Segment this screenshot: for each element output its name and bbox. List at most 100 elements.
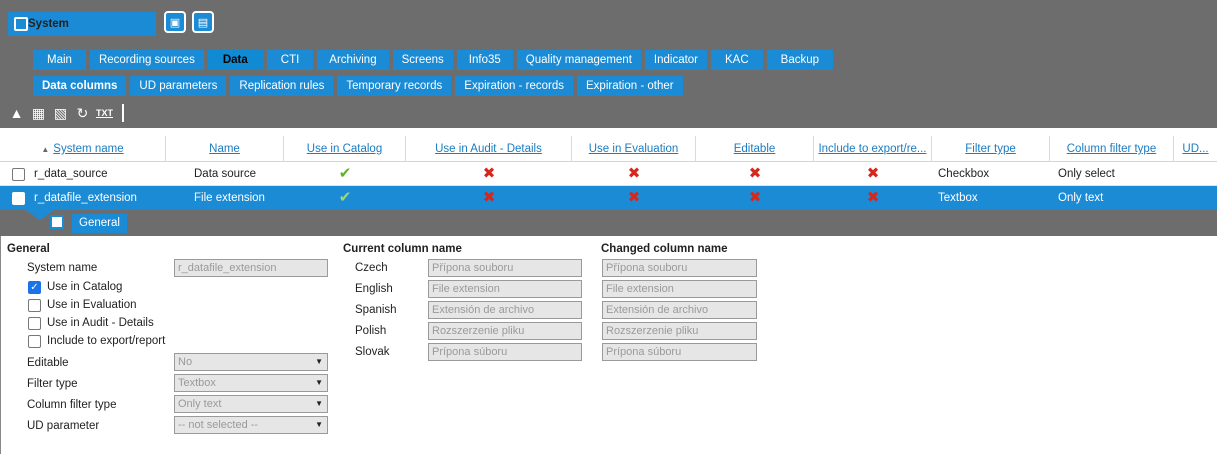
tab-cti[interactable]: CTI — [266, 50, 314, 70]
changed-name-polish[interactable]: Rozszerzenie pliku — [602, 322, 757, 340]
tab-info35[interactable]: Info35 — [456, 50, 513, 70]
table-header: System name Name Use in Catalog Use in A… — [0, 136, 1217, 162]
export-txt-icon[interactable]: TXT — [96, 104, 113, 122]
use-in-evaluation-checkbox[interactable] — [28, 299, 41, 312]
changed-name-spanish[interactable]: Extensión de archivo — [602, 301, 757, 319]
table-row-selected[interactable]: r_datafile_extension File extension ✔ ✖ … — [0, 186, 1217, 210]
tab-indicator[interactable]: Indicator — [644, 50, 708, 70]
tab-general[interactable]: General — [72, 214, 127, 233]
group-remove-icon[interactable]: ▧ — [52, 104, 69, 122]
filter-type-select[interactable]: Textbox — [174, 374, 328, 392]
cross-icon: ✖ — [482, 165, 496, 182]
ud-parameter-label: UD parameter — [27, 420, 100, 432]
lang-label-polish: Polish — [355, 325, 387, 337]
col-use-in-audit[interactable]: Use in Audit - Details — [406, 136, 572, 162]
col-use-in-evaluation[interactable]: Use in Evaluation — [572, 136, 696, 162]
changed-column-name-title: Changed column name — [601, 243, 728, 255]
system-tab-label: System — [28, 18, 69, 30]
changed-name-czech[interactable]: Přípona souboru — [602, 259, 757, 277]
refresh-doc-icon[interactable]: ↻ — [74, 104, 91, 122]
changed-name-english[interactable]: File extension — [602, 280, 757, 298]
toolbar-divider — [122, 104, 124, 122]
use-in-evaluation-label: Use in Evaluation — [47, 299, 137, 311]
cell-name: Data source — [194, 168, 257, 180]
use-in-audit-label: Use in Audit - Details — [47, 317, 154, 329]
tab-kac[interactable]: KAC — [711, 50, 763, 70]
current-name-english[interactable]: File extension — [428, 280, 582, 298]
use-in-audit-checkbox[interactable] — [28, 317, 41, 330]
detail-header: General — [0, 210, 1217, 236]
cell-name: File extension — [194, 192, 265, 204]
tab-recording-sources[interactable]: Recording sources — [89, 50, 204, 70]
lang-label-czech: Czech — [355, 262, 388, 274]
editable-select[interactable]: No — [174, 353, 328, 371]
system-tab[interactable]: System — [8, 12, 156, 36]
tab-temporary-records[interactable]: Temporary records — [337, 76, 452, 96]
cell-filter-type: Textbox — [938, 192, 978, 204]
current-name-slovak[interactable]: Prípona súboru — [428, 343, 582, 361]
tab-ud-parameters[interactable]: UD parameters — [130, 76, 227, 96]
col-use-in-catalog[interactable]: Use in Catalog — [284, 136, 406, 162]
group-add-icon[interactable]: ▦ — [30, 104, 47, 122]
tab-expiration-other[interactable]: Expiration - other — [577, 76, 683, 96]
sub-tabs: Data columns UD parameters Replication r… — [33, 76, 683, 96]
system-icon — [14, 17, 28, 31]
col-include-export[interactable]: Include to export/re... — [814, 136, 932, 162]
cell-filter-type: Checkbox — [938, 168, 990, 180]
include-export-label: Include to export/report — [47, 335, 166, 347]
row-checkbox[interactable] — [12, 192, 25, 205]
tab-screens[interactable]: Screens — [392, 50, 453, 70]
col-editable[interactable]: Editable — [696, 136, 814, 162]
check-icon: ✔ — [338, 165, 352, 182]
col-column-filter-type[interactable]: Column filter type — [1050, 136, 1174, 162]
tab-archiving[interactable]: Archiving — [317, 50, 389, 70]
tab-data-columns[interactable]: Data columns — [33, 76, 127, 96]
column-filter-type-value: Only text — [178, 398, 222, 410]
column-filter-type-select[interactable]: Only text — [174, 395, 328, 413]
general-title: General — [7, 243, 50, 255]
tab-data[interactable]: Data — [207, 50, 263, 70]
editable-value: No — [178, 356, 193, 368]
col-name[interactable]: Name — [166, 136, 284, 162]
table-row[interactable]: r_data_source Data source ✔ ✖ ✖ ✖ ✖ Chec… — [0, 162, 1217, 186]
filter-type-label: Filter type — [27, 378, 78, 390]
current-name-polish[interactable]: Rozszerzenie pliku — [428, 322, 582, 340]
col-filter-type[interactable]: Filter type — [932, 136, 1050, 162]
tab-quality-management[interactable]: Quality management — [516, 50, 641, 70]
tab-expiration-records[interactable]: Expiration - records — [455, 76, 573, 96]
ud-parameter-value: -- not selected -- — [178, 419, 259, 431]
current-name-spanish[interactable]: Extensión de archivo — [428, 301, 582, 319]
detail-body: General System name r_datafile_extension… — [0, 236, 1217, 454]
include-export-checkbox[interactable] — [28, 335, 41, 348]
column-filter-type-label: Column filter type — [27, 399, 117, 411]
col-system-name[interactable]: System name — [0, 136, 166, 162]
tab-main[interactable]: Main — [33, 50, 86, 70]
use-in-catalog-checkbox[interactable]: ✓ — [28, 281, 41, 294]
ud-parameter-select[interactable]: -- not selected -- — [174, 416, 328, 434]
check-icon: ✔ — [338, 189, 352, 206]
changed-name-slovak[interactable]: Prípona súboru — [602, 343, 757, 361]
current-name-czech[interactable]: Přípona souboru — [428, 259, 582, 277]
row-checkbox[interactable] — [12, 168, 25, 181]
cell-system-name: r_datafile_extension — [34, 192, 137, 204]
import-icon[interactable]: ▲ — [8, 104, 25, 122]
col-ud[interactable]: UD... — [1174, 136, 1217, 162]
tab-backup[interactable]: Backup — [766, 50, 834, 70]
cross-icon: ✖ — [866, 189, 880, 206]
cross-icon: ✖ — [627, 189, 641, 206]
cross-icon: ✖ — [866, 165, 880, 182]
lang-label-slovak: Slovak — [355, 346, 390, 358]
cross-icon: ✖ — [482, 189, 496, 206]
system-name-label: System name — [27, 262, 98, 274]
system-name-field[interactable]: r_datafile_extension — [174, 259, 328, 277]
cell-system-name: r_data_source — [34, 168, 108, 180]
main-tabs: Main Recording sources Data CTI Archivin… — [33, 50, 834, 70]
cross-icon: ✖ — [627, 165, 641, 182]
current-column-name-title: Current column name — [343, 243, 462, 255]
toolbar: ▲ ▦ ▧ ↻ TXT — [0, 98, 1217, 128]
monitor-icon[interactable]: ▣ — [164, 11, 186, 33]
cross-icon: ✖ — [748, 189, 762, 206]
save-icon[interactable] — [50, 215, 64, 229]
save-disk-icon[interactable]: ▤ — [192, 11, 214, 33]
tab-replication-rules[interactable]: Replication rules — [230, 76, 334, 96]
